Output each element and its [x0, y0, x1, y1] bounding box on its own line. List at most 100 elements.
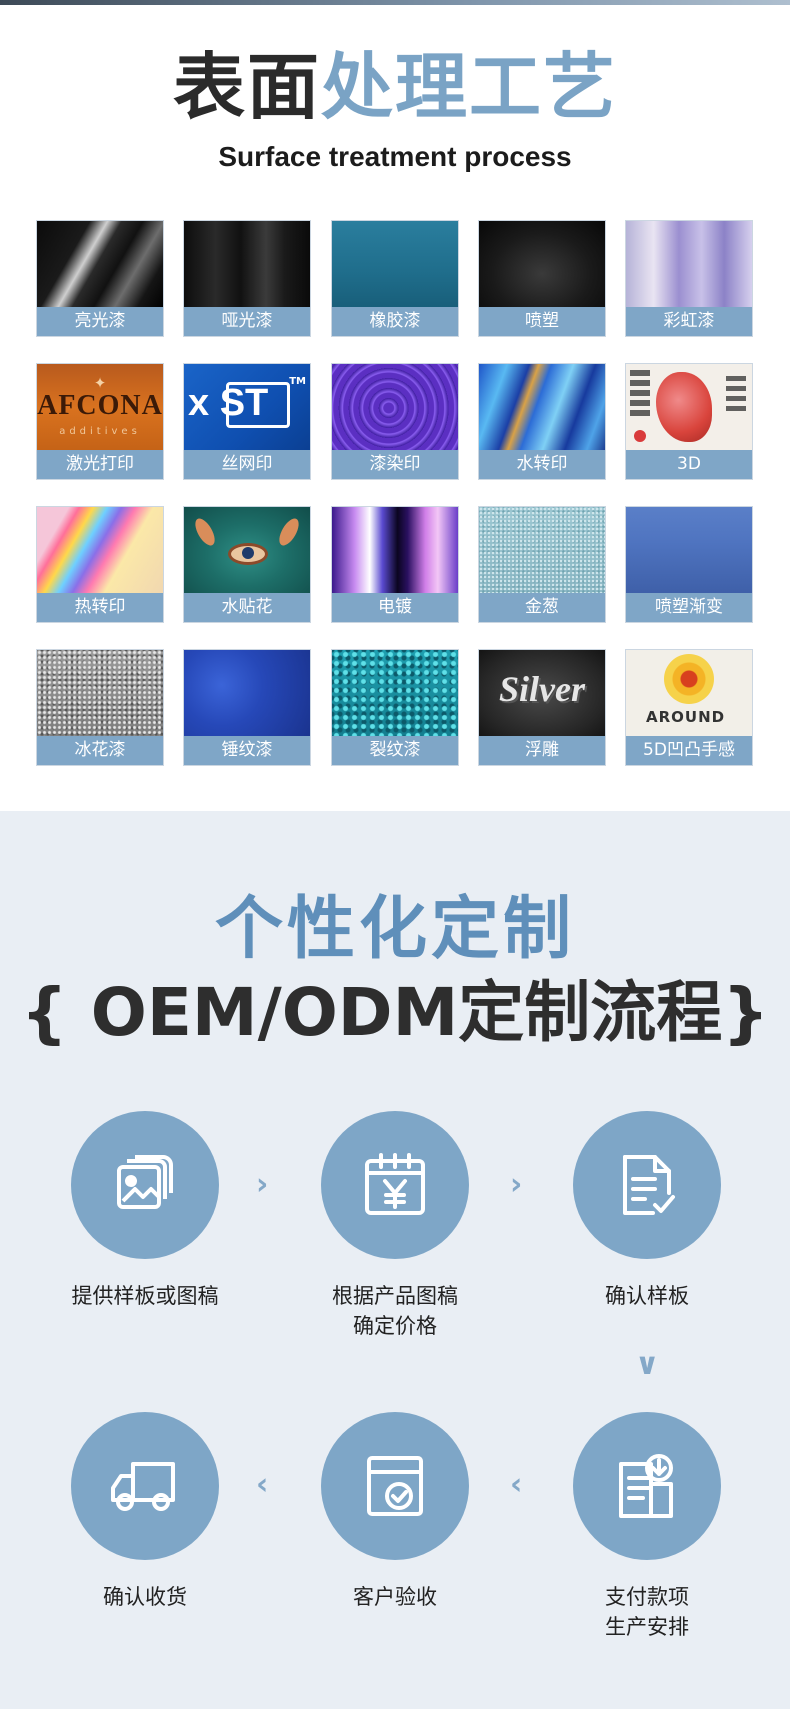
tile-label: 锤纹漆 — [184, 736, 310, 765]
tile-water-transfer[interactable]: 水转印 — [478, 363, 606, 480]
afcona-logo-text: AFCONA — [37, 390, 163, 421]
calligraphy-marks — [630, 370, 650, 418]
tile-5d-texture[interactable]: AROUND 5D凹凸手感 — [625, 649, 753, 766]
tile-label: 丝网印 — [184, 450, 310, 479]
step-circle — [573, 1111, 721, 1259]
rubber-paint-swatch — [332, 221, 458, 309]
tile-ice-flower[interactable]: 冰花漆 — [36, 649, 164, 766]
tile-label: 5D凹凸手感 — [626, 736, 752, 765]
tile-label: 裂纹漆 — [332, 736, 458, 765]
tile-laser-print[interactable]: ✦ AFCONA additives 激光打印 — [36, 363, 164, 480]
tile-screen-print[interactable]: x ST TM 丝网印 — [183, 363, 311, 480]
title-dark-part: 表面 — [172, 45, 321, 129]
tile-embossed[interactable]: Silver 浮雕 — [478, 649, 606, 766]
heat-transfer-swatch — [37, 507, 163, 595]
tm-mark: TM — [289, 376, 306, 387]
title-blue-part: 处理工艺 — [321, 45, 618, 129]
step-provide-sample[interactable]: 提供样板或图稿 — [45, 1111, 245, 1311]
step-circle — [321, 1111, 469, 1259]
tile-matte-paint[interactable]: 哑光漆 — [183, 220, 311, 337]
laser-print-swatch: ✦ AFCONA additives — [37, 364, 163, 452]
embossed-swatch: Silver — [479, 650, 605, 738]
step-circle — [71, 1412, 219, 1560]
tile-gradient-powder[interactable]: 喷塑渐变 — [625, 506, 753, 623]
around-text: AROUND — [646, 708, 726, 726]
screen-print-swatch: x ST TM — [184, 364, 310, 452]
tile-label: 哑光漆 — [184, 307, 310, 336]
step-confirm-receipt[interactable]: 确认收货 — [45, 1412, 245, 1612]
tile-water-decal[interactable]: 水贴花 — [183, 506, 311, 623]
tile-heat-transfer[interactable]: 热转印 — [36, 506, 164, 623]
tile-label: 水转印 — [479, 450, 605, 479]
step-label: 客户验收 — [353, 1585, 437, 1609]
step-payment-production[interactable]: 支付款项 生产安排 — [547, 1412, 747, 1642]
tile-label: 金葱 — [479, 593, 605, 622]
arrow-right-icon: › — [256, 1167, 269, 1202]
surface-treatment-section: 表面处理工艺 Surface treatment process 亮光漆 哑光漆… — [0, 5, 790, 811]
ice-flower-swatch — [37, 650, 163, 738]
tile-label: 3D — [626, 450, 752, 479]
arrow-left-icon: ‹ — [256, 1467, 269, 1502]
gradient-powder-swatch — [626, 507, 752, 595]
hammer-tone-swatch — [184, 650, 310, 738]
step-label: 提供样板或图稿 — [71, 1284, 219, 1308]
oem-odm-title: { OEM/ODM定制流程} — [20, 974, 770, 1051]
tile-label: 亮光漆 — [37, 307, 163, 336]
3d-print-swatch — [626, 364, 752, 452]
step-label: 根据产品图稿 确定价格 — [332, 1284, 458, 1338]
step-customer-acceptance[interactable]: 客户验收 — [295, 1412, 495, 1612]
tile-hammer-tone[interactable]: 锤纹漆 — [183, 649, 311, 766]
tile-crackle-paint[interactable]: 裂纹漆 — [331, 649, 459, 766]
tile-glitter[interactable]: 金葱 — [478, 506, 606, 623]
tile-label: 橡胶漆 — [332, 307, 458, 336]
tile-dye-print[interactable]: 漆染印 — [331, 363, 459, 480]
section-title: 表面处理工艺 — [0, 45, 790, 129]
step-label: 确认样板 — [605, 1284, 689, 1308]
document-download-icon — [619, 1454, 673, 1518]
tile-powder-coat[interactable]: 喷塑 — [478, 220, 606, 337]
calendar-yen-icon — [365, 1153, 425, 1215]
water-decal-swatch — [184, 507, 310, 595]
rainbow-paint-swatch — [626, 221, 752, 309]
heart-dot — [634, 430, 646, 442]
document-check-icon — [623, 1155, 675, 1215]
water-transfer-swatch — [479, 364, 605, 452]
treatment-grid: 亮光漆 哑光漆 橡胶漆 喷塑 彩虹漆 ✦ AFCONA additives 激光… — [36, 220, 754, 776]
section-subtitle: Surface treatment process — [218, 141, 572, 172]
step-circle — [71, 1111, 219, 1259]
customization-title: 个性化定制 — [214, 890, 575, 969]
tile-label: 喷塑渐变 — [626, 593, 752, 622]
tile-rainbow-paint[interactable]: 彩虹漆 — [625, 220, 753, 337]
5d-texture-swatch: AROUND — [626, 650, 752, 738]
crackle-paint-swatch — [332, 650, 458, 738]
image-cards-icon — [117, 1155, 173, 1209]
tile-glossy-paint[interactable]: 亮光漆 — [36, 220, 164, 337]
step-label: 支付款项 生产安排 — [605, 1585, 689, 1639]
leaf-shape — [275, 515, 303, 549]
tile-rubber-paint[interactable]: 橡胶漆 — [331, 220, 459, 337]
glitter-swatch — [479, 507, 605, 595]
arrow-down-icon: ∨ — [635, 1347, 660, 1382]
tile-label: 水贴花 — [184, 593, 310, 622]
eye-pupil — [242, 547, 254, 559]
tile-3d[interactable]: 3D — [625, 363, 753, 480]
glossy-paint-swatch — [37, 221, 163, 309]
matte-paint-swatch — [184, 221, 310, 309]
step-label: 确认收货 — [103, 1585, 187, 1609]
koi-shape — [656, 372, 712, 442]
customization-section: 个性化定制 { OEM/ODM定制流程} 提供样板或图稿 › 根据产品图稿 确定… — [0, 811, 790, 1709]
tile-electroplate[interactable]: 电镀 — [331, 506, 459, 623]
step-circle — [321, 1412, 469, 1560]
tile-label: 热转印 — [37, 593, 163, 622]
step-confirm-price[interactable]: 根据产品图稿 确定价格 — [295, 1111, 495, 1341]
tile-label: 彩虹漆 — [626, 307, 752, 336]
calligraphy-marks — [726, 376, 746, 412]
step-confirm-sample[interactable]: 确认样板 — [547, 1111, 747, 1311]
arrow-right-icon: › — [510, 1167, 523, 1202]
truck-icon — [111, 1462, 175, 1511]
st-frame — [226, 382, 290, 428]
tile-label: 冰花漆 — [37, 736, 163, 765]
electroplate-swatch — [332, 507, 458, 595]
step-circle — [573, 1412, 721, 1560]
tile-label: 激光打印 — [37, 450, 163, 479]
